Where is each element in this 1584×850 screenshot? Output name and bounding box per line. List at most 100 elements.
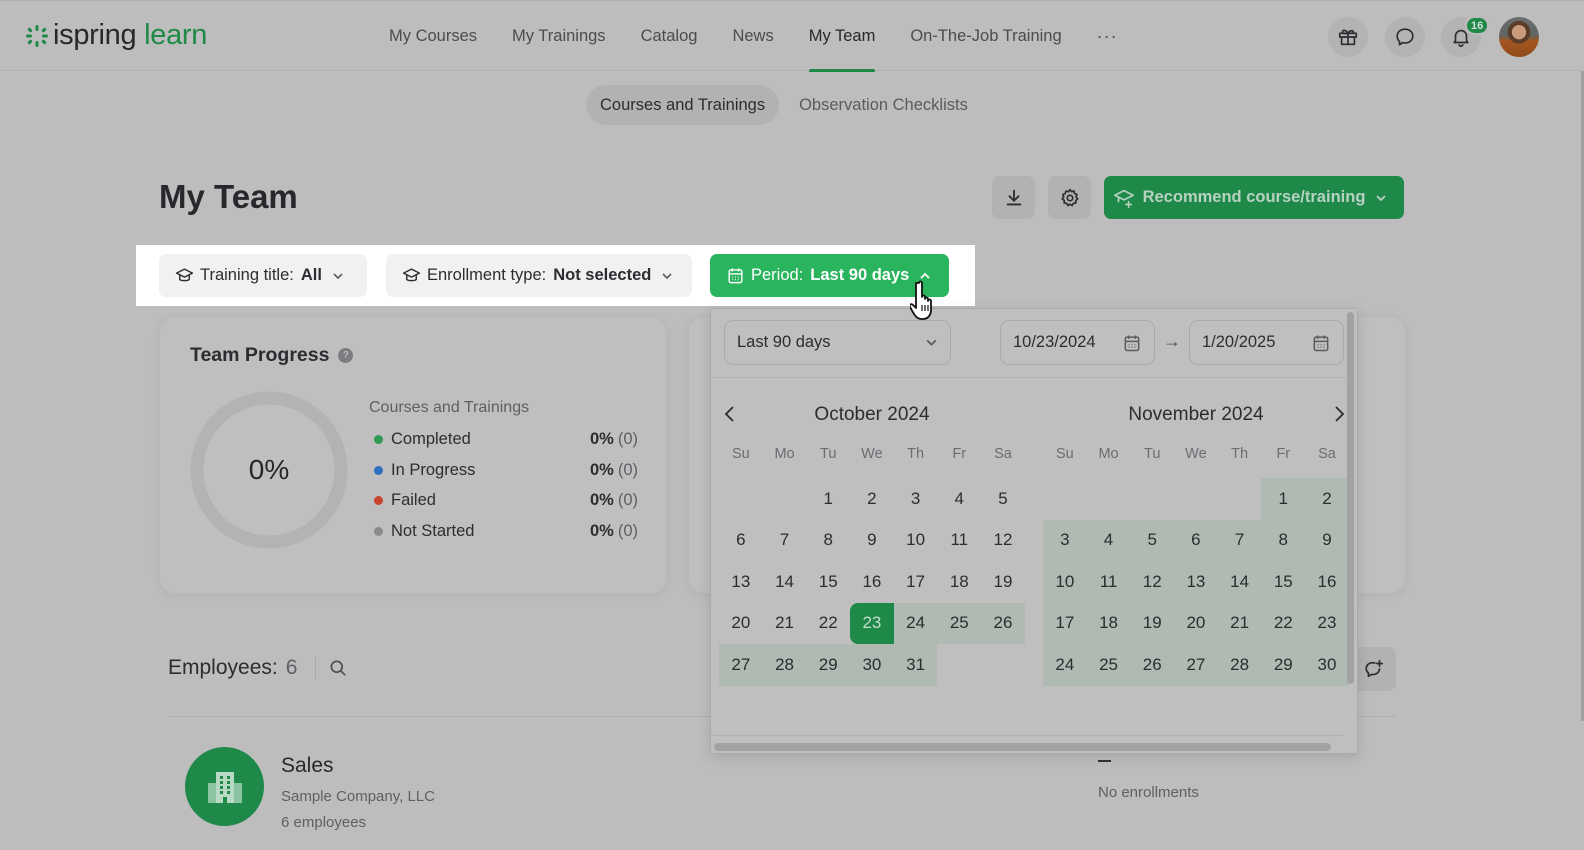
department-avatar[interactable] [185,747,264,826]
calendar-day[interactable]: 8 [806,520,850,562]
training-title-filter[interactable]: Training title: All [159,254,367,297]
nav-on-the-job-training[interactable]: On-The-Job Training [910,1,1061,72]
nav-news[interactable]: News [732,1,773,72]
period-preset-select[interactable]: Last 90 days [724,320,951,365]
calendar-day[interactable]: 18 [1086,602,1131,644]
tab-courses-and-trainings[interactable]: Courses and Trainings [586,85,780,125]
notifications-button[interactable]: 16 [1441,16,1490,57]
calendar-day[interactable]: 15 [806,561,850,603]
calendar-day[interactable]: 31 [893,644,938,686]
user-avatar[interactable] [1499,17,1539,57]
calendar-day[interactable]: 4 [1086,519,1131,561]
calendar-day[interactable]: 2 [1305,478,1349,520]
calendar-day[interactable]: 4 [937,478,981,520]
recommend-course-training-button[interactable]: Recommend course/training [1104,176,1404,219]
period-filter[interactable]: Period: Last 90 days [710,254,949,297]
calendar-day[interactable]: 9 [1305,519,1349,561]
calendar-day[interactable]: 2 [850,478,894,520]
calendar-day[interactable]: 7 [763,520,807,562]
calendar-day[interactable]: 28 [762,644,807,686]
calendar-day[interactable]: 28 [1217,644,1262,686]
department-name[interactable]: Sales [281,754,334,778]
calendar-day[interactable]: 3 [1043,519,1087,561]
calendar-icon[interactable] [1311,333,1331,353]
calendar-day[interactable]: 14 [763,561,807,603]
calendar-day[interactable]: 1 [1261,478,1306,520]
calendar-day[interactable]: 1 [806,478,850,520]
calendar-day[interactable]: 14 [1217,561,1262,603]
start-date-input[interactable]: 10/23/2024 [1000,320,1155,365]
calendar-day[interactable]: 18 [937,561,981,603]
calendar-day[interactable]: 25 [1086,644,1131,686]
end-date-input[interactable]: 1/20/2025 [1189,320,1344,365]
nav-my-team[interactable]: My Team [808,1,875,72]
calendar-day[interactable]: 27 [719,644,763,686]
nav-more-button[interactable]: ··· [1097,1,1118,72]
calendar-day[interactable]: 19 [1130,602,1175,644]
calendar-day[interactable]: 16 [1305,561,1349,603]
download-button[interactable] [992,176,1035,219]
calendar-day[interactable]: 5 [981,478,1025,520]
help-icon[interactable]: ? [338,348,354,363]
weekday-label: Su [731,446,750,462]
calendar-day[interactable]: 19 [981,561,1025,603]
calendar-day[interactable]: 17 [894,561,938,603]
calendar-day[interactable]: 6 [1174,519,1218,561]
calendar-day[interactable]: 6 [719,520,763,562]
tab-observation-checklists[interactable]: Observation Checklists [785,85,982,125]
calendar-day[interactable]: 29 [1261,644,1306,686]
messages-button[interactable] [1385,17,1425,57]
calendar-icon[interactable] [1122,333,1142,353]
calendar-day[interactable]: 11 [937,520,981,562]
gift-icon [1338,29,1358,46]
horizontal-scrollbar[interactable] [714,743,1331,751]
add-comment-button[interactable] [1352,647,1396,691]
calendar-day[interactable]: 26 [981,602,1025,644]
team-progress-heading: Team Progress ? [190,344,354,367]
training-title-value: All [300,266,322,284]
calendar-day[interactable]: 22 [1261,602,1306,644]
gift-button[interactable] [1328,17,1368,57]
calendar-day[interactable]: 15 [1261,561,1306,603]
calendar-day[interactable]: 30 [1305,644,1349,686]
calendar-day[interactable]: 22 [806,603,850,645]
calendar-day[interactable]: 3 [894,478,938,520]
calendar-day[interactable]: 13 [719,561,763,603]
calendar-day[interactable]: 20 [1174,602,1218,644]
calendar-day[interactable]: 8 [1261,519,1306,561]
nav-catalog[interactable]: Catalog [641,1,698,72]
calendar-day[interactable]: 27 [1174,644,1218,686]
calendar-day[interactable]: 21 [763,603,807,645]
calendar-day[interactable]: 12 [981,520,1025,562]
calendar-day[interactable]: 11 [1086,561,1131,603]
nav-my-trainings[interactable]: My Trainings [512,1,606,72]
calendar-day[interactable]: 17 [1043,602,1087,644]
calendar-day[interactable]: 21 [1217,602,1262,644]
search-icon[interactable] [328,658,348,678]
calendar-day[interactable]: 30 [850,644,894,686]
calendar-day[interactable]: 20 [719,603,763,645]
calendar-day[interactable]: 23 [850,602,894,644]
calendar-day[interactable]: 13 [1174,561,1218,603]
calendar-day[interactable]: 10 [894,520,938,562]
calendar-day[interactable]: 10 [1043,561,1087,603]
calendar-day[interactable]: 29 [806,644,851,686]
calendar-day[interactable]: 26 [1130,644,1175,686]
calendar-day[interactable]: 5 [1130,519,1175,561]
settings-button[interactable] [1048,176,1091,219]
calendar-day[interactable]: 24 [893,602,938,644]
calendar-day[interactable]: 25 [937,602,982,644]
vertical-scrollbar[interactable] [1347,312,1354,684]
calendar-day[interactable]: 12 [1130,561,1175,603]
calendar-day[interactable]: 16 [850,561,894,603]
main-navigation: My Courses My Trainings Catalog News My … [389,1,1153,72]
sub-tabs: Courses and Trainings Observation Checkl… [586,85,988,125]
calendar-day[interactable]: 7 [1217,519,1262,561]
enrollment-type-filter[interactable]: Enrollment type: Not selected [386,254,692,297]
calendar-day[interactable]: 23 [1305,602,1349,644]
calendar-day[interactable]: 9 [850,520,894,562]
ispring-learn-logo[interactable]: ispring learn [25,19,207,52]
calendar-empty-cell [1043,478,1087,520]
calendar-day[interactable]: 24 [1043,644,1087,686]
nav-my-courses[interactable]: My Courses [389,1,477,72]
